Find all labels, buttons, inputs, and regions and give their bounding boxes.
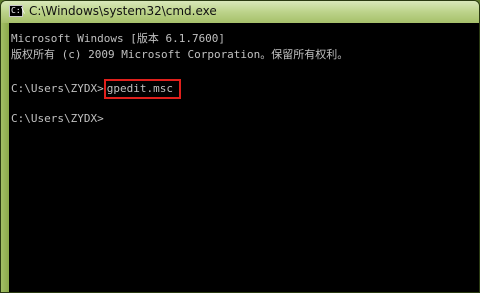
version-line: Microsoft Windows [版本 6.1.7600] — [11, 32, 226, 45]
command-line: C:\Users\ZYDX> gpedit.msc — [11, 79, 479, 99]
cmd-window: C:\ C:\Windows\system32\cmd.exe Microsof… — [0, 0, 480, 293]
window-title: C:\Windows\system32\cmd.exe — [29, 4, 217, 18]
title-bar[interactable]: C:\ C:\Windows\system32\cmd.exe — [1, 1, 479, 24]
window-border — [1, 23, 9, 292]
prompt: C:\Users\ZYDX> — [11, 82, 104, 95]
copyright-line: 版权所有 (c) 2009 Microsoft Corporation。保留所有… — [11, 48, 349, 61]
highlighted-command: gpedit.msc — [103, 79, 181, 99]
current-prompt-line[interactable]: C:\Users\ZYDX> — [11, 111, 479, 127]
prompt: C:\Users\ZYDX> — [11, 112, 104, 125]
console-area[interactable]: Microsoft Windows [版本 6.1.7600] 版权所有 (c)… — [9, 23, 479, 292]
cmd-icon: C:\ — [9, 5, 26, 17]
cmd-icon-text: C:\ — [11, 6, 26, 15]
